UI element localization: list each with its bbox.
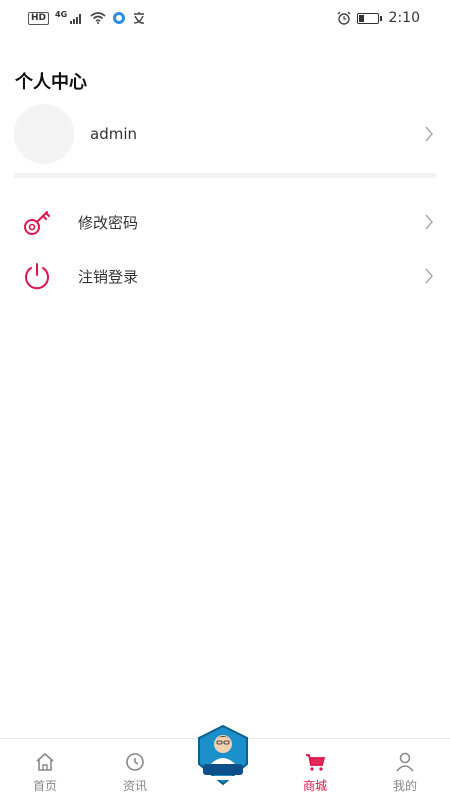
- key-icon: [14, 202, 62, 242]
- text-notification-icon: [134, 12, 145, 24]
- chevron-right-icon: [422, 214, 436, 230]
- change-password-item[interactable]: 修改密码: [14, 195, 436, 249]
- signal-icon: [70, 14, 82, 24]
- user-icon: [396, 752, 414, 772]
- avatar[interactable]: [14, 104, 74, 164]
- doctor-logo[interactable]: [195, 724, 251, 786]
- chevron-right-icon: [422, 126, 436, 142]
- home-icon: [36, 752, 54, 771]
- change-password-label: 修改密码: [78, 213, 139, 232]
- chevron-right-icon: [422, 268, 436, 284]
- network-type: 4G: [55, 9, 68, 19]
- hd-indicator: HD: [28, 11, 50, 25]
- wifi-icon: [90, 12, 106, 24]
- status-bar-right: 2:10: [337, 10, 420, 26]
- tab-mall[interactable]: 商城: [270, 739, 360, 800]
- battery-icon: [356, 12, 382, 24]
- page-title: 个人中心: [15, 72, 87, 93]
- logout-label: 注销登录: [78, 267, 139, 286]
- tab-news-label: 资讯: [122, 779, 147, 793]
- tab-news[interactable]: 资讯: [90, 739, 180, 800]
- status-bar-left: HD 4G: [28, 9, 146, 25]
- cart-icon: [306, 754, 326, 771]
- username: admin: [90, 125, 137, 143]
- power-icon: [14, 256, 62, 296]
- tab-home[interactable]: 首页: [0, 739, 90, 800]
- tab-mall-label: 商城: [302, 779, 327, 793]
- tab-mine-label: 我的: [392, 779, 417, 793]
- profile-row[interactable]: admin: [14, 104, 436, 164]
- clock: 2:10: [388, 10, 420, 26]
- status-bar: HD 4G 2:10: [0, 0, 450, 36]
- app-notification-icon: [113, 12, 126, 24]
- alarm-icon: [337, 11, 351, 25]
- tab-mine[interactable]: 我的: [360, 739, 450, 800]
- news-icon: [126, 753, 144, 771]
- section-divider: [14, 173, 436, 178]
- tab-home-label: 首页: [32, 779, 57, 793]
- logout-item[interactable]: 注销登录: [14, 249, 436, 303]
